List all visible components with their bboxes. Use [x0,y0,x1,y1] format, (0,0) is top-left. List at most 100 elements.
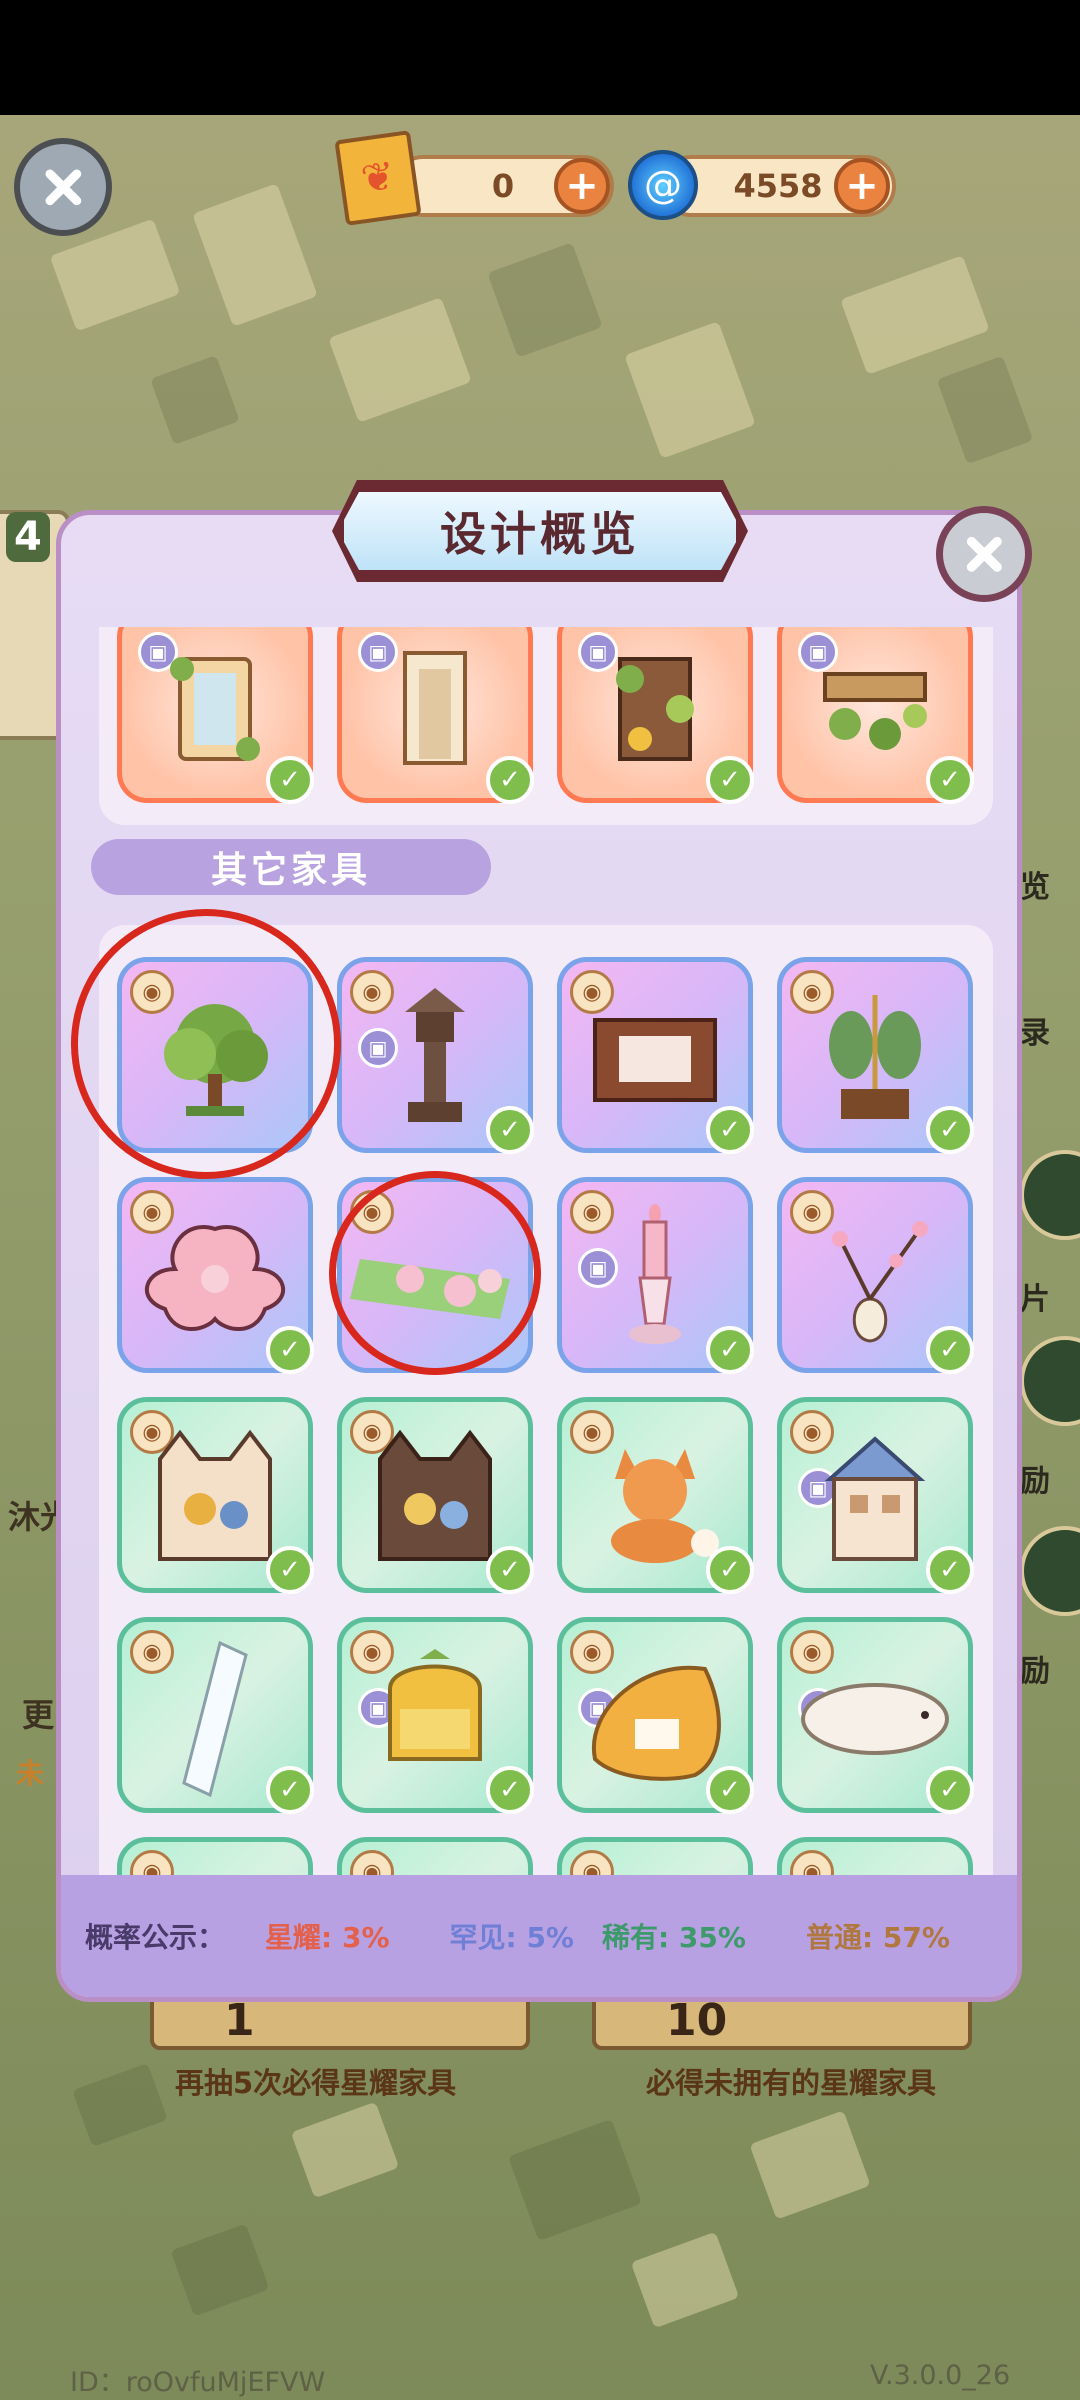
furniture-item[interactable]: ◉ ✓ [117,1617,314,1814]
swirl-gem-icon: @ [628,150,698,220]
background-left-label: 更 [22,1696,55,1734]
panel-title: 设计概览 [338,486,742,576]
blossom-vase-art [800,1209,950,1349]
furniture-item[interactable]: ◉ ▣ ✓ [777,1397,974,1594]
status-bar [0,0,1080,115]
rate-legendary: 星耀: 3% [265,1921,390,1954]
owned-check-icon: ✓ [706,1546,754,1594]
jade-windmill-art [815,989,935,1129]
rate-common: 普通: 57% [805,1921,950,1954]
add-ticket-button[interactable]: + [554,158,610,214]
furniture-item[interactable]: ▣ ✓ [337,627,534,804]
furniture-item[interactable]: ◉ [117,1837,313,1875]
seal-pillow-art [795,1669,955,1769]
caption-right: 必得未拥有的星耀家具 [646,2066,937,2100]
probability-bar: 概率公示： 星耀: 3% 罕见: 5% 稀有: 35% 普通: 57% [61,1875,1017,1997]
eye-icon[interactable]: ◉ [790,1850,834,1875]
dark-cat-shelf-art [360,1429,510,1569]
owned-check-icon: ✓ [486,1546,534,1594]
cat-shelf-art [140,1429,290,1569]
version-label: V.3.0.0_26 [870,2360,1011,2391]
probability-label: 概率公示： [85,1921,226,1954]
background-left-badge: 4 [6,512,50,562]
section-label-other-furniture: 其它家具 [91,839,491,895]
back-button[interactable] [14,138,112,236]
furniture-item[interactable]: ◉ ▣ ✓ [777,1617,974,1814]
eye-icon[interactable]: ◉ [570,1850,614,1875]
glass-panel-art [180,1639,250,1799]
panel-close-button[interactable] [936,506,1032,602]
owned-check-icon: ✓ [266,756,314,804]
furniture-item[interactable]: ◉ ▣ ✓ [557,1617,754,1814]
furniture-item[interactable]: ◉ ▣ ✓ [337,1617,534,1814]
plant-shelf-art [600,649,710,769]
add-gem-button[interactable]: + [834,158,890,214]
owned-check-icon: ✓ [706,756,754,804]
carved-screen-art [585,1004,725,1114]
background-right-label: 览 [1020,870,1050,905]
owned-check-icon: ✓ [926,1106,974,1154]
owned-check-icon: ✓ [486,1106,534,1154]
furniture-item[interactable]: ◉ ✓ [117,1177,314,1374]
sakura-rug-art [135,1219,295,1339]
furniture-item[interactable]: ▣ ✓ [777,627,974,804]
furniture-item[interactable]: ◉ ✓ [337,1397,534,1594]
eye-icon[interactable]: ◉ [350,970,394,1014]
furniture-item[interactable]: ◉ ✓ [777,1177,974,1374]
plus-icon: + [845,163,879,209]
ticket-left-number: 1 [224,1994,255,2046]
furniture-item[interactable]: ◉ [777,1837,973,1875]
furniture-item[interactable]: ◉ ✓ [117,1397,314,1594]
doorway-art [385,649,485,769]
eye-icon[interactable]: ◉ [570,1190,614,1234]
furniture-item[interactable]: ◉ ▣ ✓ [557,1177,754,1374]
owned-check-icon: ✓ [266,1326,314,1374]
vine-table-art [815,654,935,764]
gem-count: 4558 [733,167,823,205]
candle-art [620,1203,690,1354]
background-right-label: 片 [1020,1282,1050,1317]
owned-check-icon: ✓ [266,1546,314,1594]
dollhouse-art [810,1429,940,1569]
annotation-circle [329,1171,541,1375]
rate-rare: 稀有: 35% [601,1921,746,1954]
butterfly-ticket-icon: ❦ [334,130,422,226]
furniture-item[interactable]: ◉ [337,1837,533,1875]
furniture-item[interactable]: ▣ ✓ [557,627,754,804]
pineapple-chair-art [360,1648,510,1789]
owned-check-icon: ✓ [266,1766,314,1814]
owned-check-icon: ✓ [706,1106,754,1154]
close-icon [45,169,81,205]
stone-lantern-art [390,984,480,1134]
background-right-label: 励 [1020,1464,1050,1499]
owned-check-icon: ✓ [486,756,534,804]
furniture-set-icon: ▣ [578,1248,618,1288]
furniture-item[interactable]: ▣ ✓ [117,627,314,804]
owned-check-icon: ✓ [486,1766,534,1814]
background-right-label: 励 [1020,1654,1050,1689]
ticket-right-number: 10 [666,1994,728,2046]
beanbag-art [575,1649,735,1789]
eye-icon[interactable]: ◉ [350,1850,394,1875]
furniture-item[interactable]: ◉ [557,1837,753,1875]
ticket-count: 0 [491,167,515,205]
plus-icon: + [565,163,599,209]
design-overview-panel: ▣ ✓ ▣ ✓ ▣ ✓ ▣ ✓ 其它家具 ◉ ◉ ▣ ✓ ◉ ✓ ◉ ✓ ◉ ✓… [56,510,1022,2002]
fox-plush-art [585,1429,725,1569]
furniture-item[interactable]: ◉ ✓ [557,957,754,1154]
eye-icon[interactable]: ◉ [790,1630,834,1674]
furniture-item[interactable]: ◉ ✓ [777,957,974,1154]
owned-check-icon: ✓ [706,1766,754,1814]
furniture-item[interactable]: ◉ ✓ [557,1397,754,1594]
eye-icon[interactable]: ◉ [130,1850,174,1875]
owned-check-icon: ✓ [926,1546,974,1594]
owned-check-icon: ✓ [926,1326,974,1374]
flower-mirror-art [160,649,270,769]
owned-check-icon: ✓ [926,756,974,804]
owned-check-icon: ✓ [706,1326,754,1374]
rate-uncommon: 罕见: 5% [449,1921,574,1954]
furniture-item[interactable]: ◉ ▣ ✓ [337,957,534,1154]
owned-check-icon: ✓ [926,1766,974,1814]
eye-icon[interactable]: ◉ [130,1630,174,1674]
items-scroll-area[interactable]: ▣ ✓ ▣ ✓ ▣ ✓ ▣ ✓ 其它家具 ◉ ◉ ▣ ✓ ◉ ✓ ◉ ✓ ◉ ✓… [61,627,1017,1875]
